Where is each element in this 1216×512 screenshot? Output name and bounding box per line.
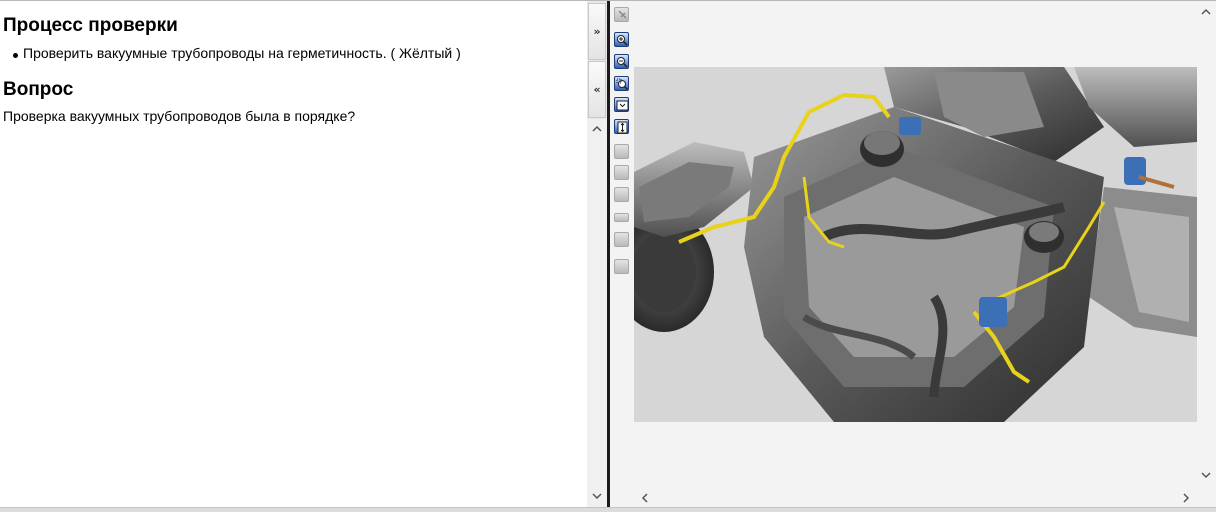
scroll-left-arrow-icon[interactable] bbox=[639, 492, 651, 504]
engine-illustration bbox=[634, 67, 1197, 422]
engine-diagram-image[interactable] bbox=[634, 67, 1197, 422]
scroll-right-arrow-icon[interactable] bbox=[1180, 492, 1192, 504]
status-strip bbox=[0, 507, 1216, 512]
instruction-pane: Процесс проверки Проверить вакуумные тру… bbox=[0, 1, 587, 507]
disabled-tool-icon bbox=[614, 165, 629, 180]
image-viewer bbox=[610, 1, 1216, 512]
disabled-tool-icon bbox=[614, 213, 629, 222]
select-icon[interactable] bbox=[614, 7, 629, 22]
viewer-toolbar bbox=[610, 1, 632, 301]
application-window: Процесс проверки Проверить вакуумные тру… bbox=[0, 0, 1216, 512]
scroll-up-arrow-icon[interactable] bbox=[591, 123, 603, 135]
bullet-icon bbox=[13, 53, 18, 58]
splitter-controls: » « bbox=[587, 1, 607, 119]
fit-height-icon[interactable] bbox=[614, 119, 629, 134]
procedure-step: Проверить вакуумные трубопроводы на герм… bbox=[23, 45, 461, 61]
scroll-down-arrow-icon[interactable] bbox=[591, 490, 603, 502]
disabled-tool-icon bbox=[614, 187, 629, 202]
zoom-in-icon[interactable] bbox=[614, 32, 629, 47]
question-text: Проверка вакуумных трубопроводов была в … bbox=[3, 108, 356, 124]
image-horizontal-scrollbar[interactable] bbox=[634, 489, 1197, 507]
scroll-down-arrow-icon[interactable] bbox=[1200, 469, 1212, 481]
image-vertical-scrollbar[interactable] bbox=[1197, 1, 1216, 489]
collapse-pane-button[interactable]: « bbox=[588, 61, 606, 118]
section-heading-question: Вопрос bbox=[3, 79, 74, 100]
disabled-tool-icon bbox=[614, 144, 629, 159]
zoom-area-icon[interactable] bbox=[614, 76, 629, 91]
disabled-tool-icon bbox=[614, 232, 629, 247]
expand-pane-button[interactable]: » bbox=[588, 3, 606, 60]
scroll-up-arrow-icon[interactable] bbox=[1200, 6, 1212, 18]
text-scrollbar[interactable] bbox=[587, 119, 607, 507]
section-heading-procedure: Процесс проверки bbox=[3, 15, 178, 36]
fit-window-icon[interactable] bbox=[614, 97, 629, 112]
zoom-out-icon[interactable] bbox=[614, 54, 629, 69]
disabled-tool-icon bbox=[614, 259, 629, 274]
